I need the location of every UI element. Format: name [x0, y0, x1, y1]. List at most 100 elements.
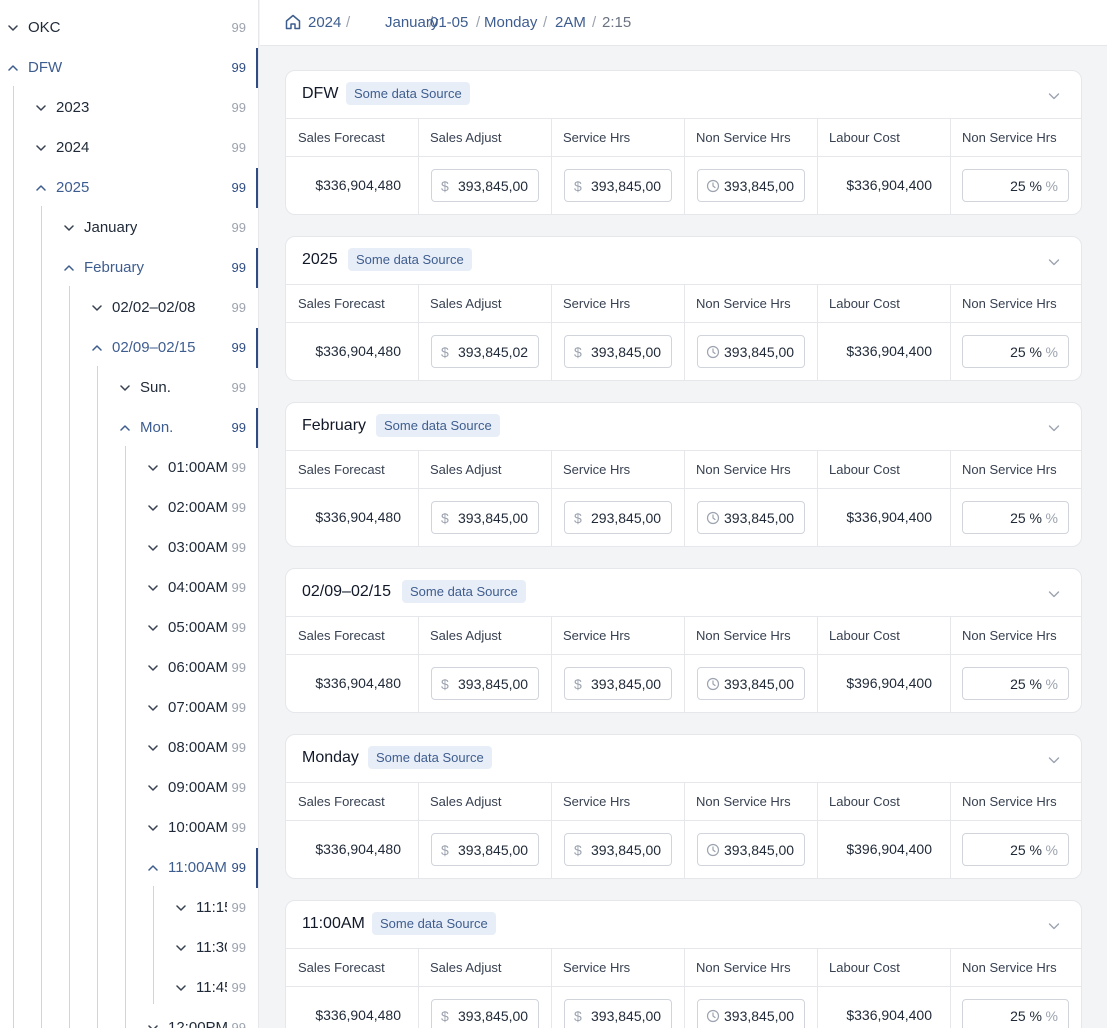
- chevron-down-icon[interactable]: [148, 1023, 158, 1028]
- chevron-down-icon[interactable]: [148, 823, 158, 833]
- chevron-down-icon[interactable]: [120, 383, 130, 393]
- service-hrs-input[interactable]: $393,845,00: [564, 833, 672, 866]
- chevron-up-icon[interactable]: [64, 263, 74, 273]
- service-hrs-input[interactable]: $293,845,00: [564, 501, 672, 534]
- chevron-down-icon[interactable]: [148, 503, 158, 513]
- chevron-down-icon[interactable]: [1047, 753, 1061, 767]
- sales-adjust-input[interactable]: $393,845,00: [431, 169, 539, 202]
- tree-item[interactable]: February 99: [0, 248, 258, 288]
- breadcrumb-item[interactable]: 2024: [308, 14, 341, 32]
- tree-item[interactable]: 02/02–02/08 99: [0, 288, 258, 328]
- sales-adjust-input[interactable]: $393,845,00: [431, 667, 539, 700]
- tree-item[interactable]: January 99: [0, 208, 258, 248]
- tree-item-label: 04:00AM: [168, 579, 227, 596]
- breadcrumb-item[interactable]: Monday: [484, 14, 537, 32]
- tree-item[interactable]: 07:00AM 99: [0, 688, 258, 728]
- chevron-down-icon[interactable]: [148, 623, 158, 633]
- chevron-down-icon[interactable]: [148, 463, 158, 473]
- tree-item[interactable]: 2024 99: [0, 128, 258, 168]
- sales-adjust-input[interactable]: $393,845,00: [431, 833, 539, 866]
- chevron-down-icon[interactable]: [92, 303, 102, 313]
- sales-adjust-input-value: 393,845,00: [458, 178, 529, 194]
- non-service-hrs-input[interactable]: 393,845,00: [697, 999, 805, 1028]
- chevron-down-icon[interactable]: [148, 663, 158, 673]
- tree-item[interactable]: 02:00AM 99: [0, 488, 258, 528]
- chevron-up-icon[interactable]: [120, 423, 130, 433]
- non-service-hrs-percent-input[interactable]: 25 %%: [962, 999, 1069, 1028]
- tree-item-label: 11:00AM: [168, 859, 227, 876]
- column-divider: [684, 948, 685, 1028]
- chevron-up-icon[interactable]: [8, 63, 18, 73]
- chevron-down-icon[interactable]: [8, 23, 18, 33]
- data-source-badge: Some data Source: [376, 414, 500, 437]
- chevron-down-icon[interactable]: [1047, 587, 1061, 601]
- non-service-hrs-percent-input[interactable]: 25 %%: [962, 833, 1069, 866]
- home-icon[interactable]: [284, 13, 302, 31]
- non-service-hrs-percent-input[interactable]: 25 %%: [962, 169, 1069, 202]
- tree-item[interactable]: 05:00AM 99: [0, 608, 258, 648]
- sales-adjust-input[interactable]: $393,845,00: [431, 501, 539, 534]
- tree-item[interactable]: 11:1599: [0, 888, 258, 928]
- column-header: Non Service Hrs: [962, 794, 1057, 809]
- chevron-down-icon[interactable]: [176, 983, 186, 993]
- chevron-down-icon[interactable]: [176, 943, 186, 953]
- tree-item[interactable]: DFW 99: [0, 48, 258, 88]
- sales-adjust-input[interactable]: $393,845,02: [431, 335, 539, 368]
- chevron-down-icon[interactable]: [64, 223, 74, 233]
- tree-item[interactable]: 04:00AM 99: [0, 568, 258, 608]
- non-service-hrs-input[interactable]: 393,845,00: [697, 335, 805, 368]
- tree-item[interactable]: 03:00AM 99: [0, 528, 258, 568]
- sales-adjust-input[interactable]: $393,845,00: [431, 999, 539, 1028]
- tree-item[interactable]: 11:00AM 99: [0, 848, 258, 888]
- breadcrumb-item[interactable]: 01-05: [430, 14, 468, 32]
- chevron-up-icon[interactable]: [36, 183, 46, 193]
- chevron-down-icon[interactable]: [148, 703, 158, 713]
- breadcrumb-item: 2:15: [602, 14, 632, 31]
- service-hrs-input[interactable]: $393,845,00: [564, 335, 672, 368]
- chevron-down-icon[interactable]: [176, 903, 186, 913]
- chevron-down-icon[interactable]: [1047, 89, 1061, 103]
- chevron-down-icon[interactable]: [1047, 919, 1061, 933]
- service-hrs-input[interactable]: $393,845,00: [564, 667, 672, 700]
- tree-item[interactable]: Mon. 99: [0, 408, 258, 448]
- non-service-hrs-input-value: 393,845,00: [724, 1008, 795, 1024]
- tree-item[interactable]: 2023 99: [0, 88, 258, 128]
- breadcrumb-item[interactable]: 2AM: [555, 14, 586, 32]
- tree-item[interactable]: 12:00PM 99: [0, 1008, 258, 1028]
- non-service-hrs-input[interactable]: 393,845,00: [697, 667, 805, 700]
- non-service-hrs-input[interactable]: 393,845,00: [697, 169, 805, 202]
- tree-item[interactable]: 11:4599: [0, 968, 258, 1008]
- column-divider: [418, 450, 419, 546]
- tree-item[interactable]: Sun. 99: [0, 368, 258, 408]
- tree-item[interactable]: 02/09–02/15 99: [0, 328, 258, 368]
- chevron-up-icon[interactable]: [148, 863, 158, 873]
- tree-item[interactable]: 09:00AM 99: [0, 768, 258, 808]
- tree-item[interactable]: 08:00AM 99: [0, 728, 258, 768]
- non-service-hrs-percent-input[interactable]: 25 %%: [962, 335, 1069, 368]
- chevron-down-icon[interactable]: [148, 743, 158, 753]
- service-hrs-input[interactable]: $393,845,00: [564, 169, 672, 202]
- tree-item[interactable]: OKC 99: [0, 8, 258, 48]
- chevron-down-icon[interactable]: [36, 143, 46, 153]
- tree-item[interactable]: 11:3099: [0, 928, 258, 968]
- non-service-hrs-input[interactable]: 393,845,00: [697, 833, 805, 866]
- labour-cost-value: $336,904,400: [846, 343, 932, 359]
- non-service-hrs-percent-input[interactable]: 25 %%: [962, 667, 1069, 700]
- chevron-down-icon[interactable]: [148, 583, 158, 593]
- non-service-hrs-input[interactable]: 393,845,00: [697, 501, 805, 534]
- service-hrs-input[interactable]: $393,845,00: [564, 999, 672, 1028]
- tree-item[interactable]: 06:00AM 99: [0, 648, 258, 688]
- chevron-down-icon[interactable]: [148, 543, 158, 553]
- summary-card: 02/09–02/15 Some data Source Sales Forecas…: [285, 568, 1082, 713]
- chevron-down-icon[interactable]: [1047, 421, 1061, 435]
- chevron-down-icon[interactable]: [148, 783, 158, 793]
- chevron-down-icon[interactable]: [1047, 255, 1061, 269]
- tree-item[interactable]: 01:00AM 99: [0, 448, 258, 488]
- tree-sidebar: OKC 99 DFW 99 2023 99 2024 99 2025 99 January 99 Feb…: [0, 0, 259, 1028]
- non-service-hrs-percent-input[interactable]: 25 %%: [962, 501, 1069, 534]
- tree-item[interactable]: 10:00AM 99: [0, 808, 258, 848]
- chevron-down-icon[interactable]: [36, 103, 46, 113]
- column-divider: [551, 284, 552, 380]
- chevron-up-icon[interactable]: [92, 343, 102, 353]
- tree-item[interactable]: 2025 99: [0, 168, 258, 208]
